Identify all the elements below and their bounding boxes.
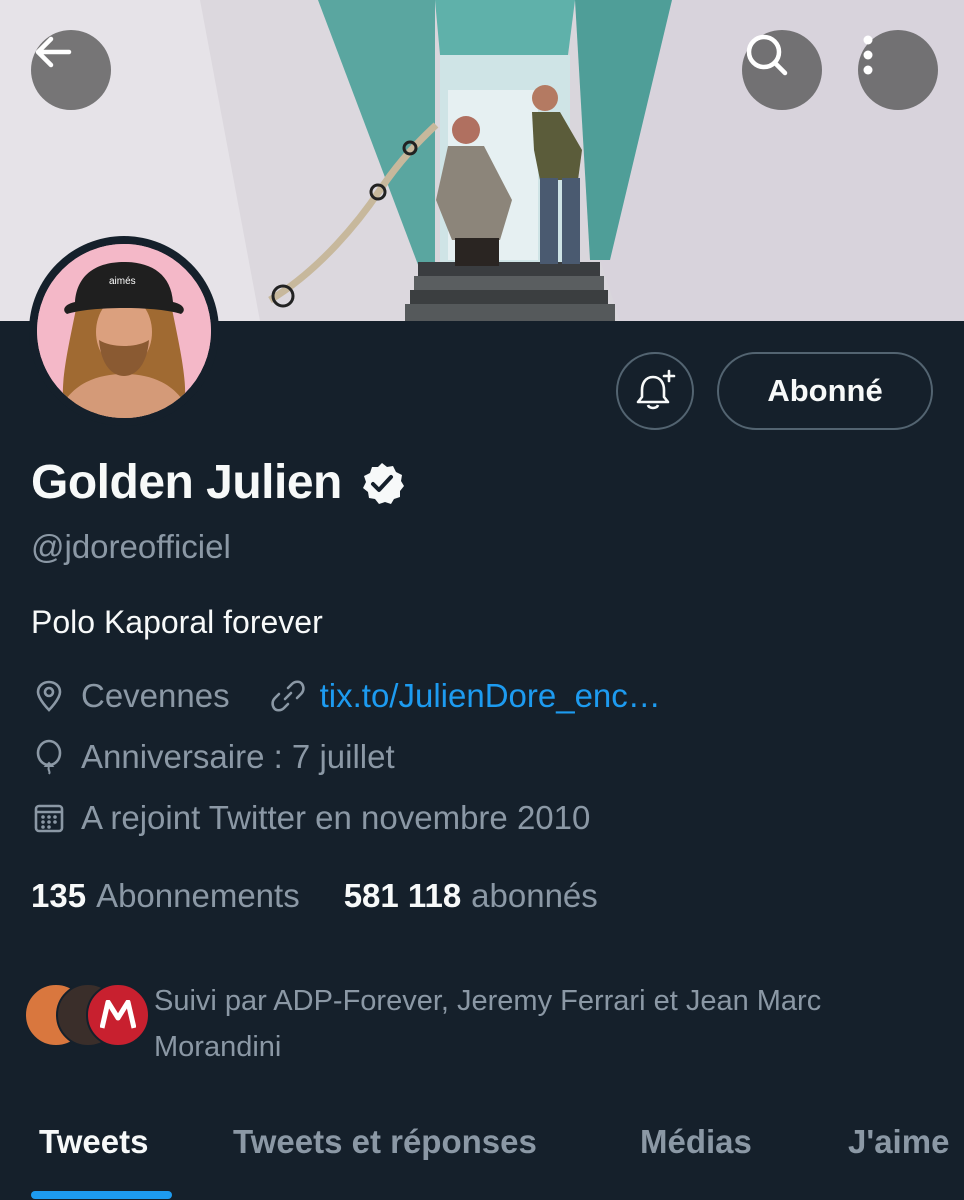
followed-by-avatars — [24, 983, 150, 1055]
followers-count: 581 118 — [343, 877, 462, 914]
website-link[interactable]: tix.to/JulienDore_enc… — [320, 677, 661, 715]
profile-avatar[interactable]: aimés — [29, 236, 219, 426]
bell-plus-icon — [636, 369, 676, 410]
back-button[interactable] — [31, 30, 111, 110]
tab-likes[interactable]: J'aime — [848, 1123, 949, 1161]
location-text: Cevennes — [81, 677, 230, 714]
follower-avatar — [86, 983, 150, 1047]
profile-bio: Polo Kaporal forever — [31, 604, 323, 640]
avatar-image: aimés — [37, 244, 211, 418]
following-label: Abonnements — [96, 877, 300, 914]
following-count: 135 — [31, 877, 87, 914]
link-icon — [270, 678, 306, 714]
active-tab-indicator — [31, 1191, 172, 1199]
profile-meta-birthday: Anniversaire : 7 juillet — [31, 738, 395, 776]
location-pin-icon — [31, 678, 67, 714]
followers-label: abonnés — [471, 877, 598, 914]
following-button[interactable]: Abonné — [717, 352, 933, 430]
birthday-text: Anniversaire : 7 juillet — [81, 738, 395, 775]
more-vertical-icon — [863, 35, 873, 75]
balloon-icon — [31, 739, 67, 775]
search-button[interactable] — [742, 30, 822, 110]
profile-tabs: Tweets Tweets et réponses Médias J'aime — [0, 1115, 964, 1200]
verified-badge-icon — [362, 462, 404, 504]
profile-meta-location-link: Cevennes tix.to/JulienDore_enc… — [31, 677, 661, 715]
user-handle: @jdoreofficiel — [31, 528, 231, 565]
display-name: Golden Julien — [31, 456, 342, 509]
more-options-button[interactable] — [858, 30, 938, 110]
name-row: Golden Julien — [31, 455, 404, 510]
following-stat[interactable]: 135 Abonnements — [31, 877, 300, 915]
calendar-icon — [31, 800, 67, 836]
followed-by[interactable]: Suivi par ADP-Forever, Jeremy Ferrari et… — [24, 978, 944, 1070]
tab-tweets[interactable]: Tweets — [39, 1123, 148, 1161]
joined-text: A rejoint Twitter en novembre 2010 — [81, 799, 591, 836]
arrow-left-icon — [35, 36, 72, 68]
tab-tweets-and-replies[interactable]: Tweets et réponses — [233, 1123, 537, 1161]
followers-stat[interactable]: 581 118 abonnés — [344, 877, 598, 915]
svg-text:aimés: aimés — [109, 276, 136, 287]
follow-stats: 135 Abonnements 581 118 abonnés — [31, 877, 642, 915]
followed-by-text: Suivi par ADP-Forever, Jeremy Ferrari et… — [154, 985, 822, 1063]
notifications-button[interactable] — [616, 352, 694, 430]
profile-meta-joined: A rejoint Twitter en novembre 2010 — [31, 799, 590, 837]
tab-media[interactable]: Médias — [640, 1123, 752, 1161]
search-icon — [746, 34, 788, 76]
